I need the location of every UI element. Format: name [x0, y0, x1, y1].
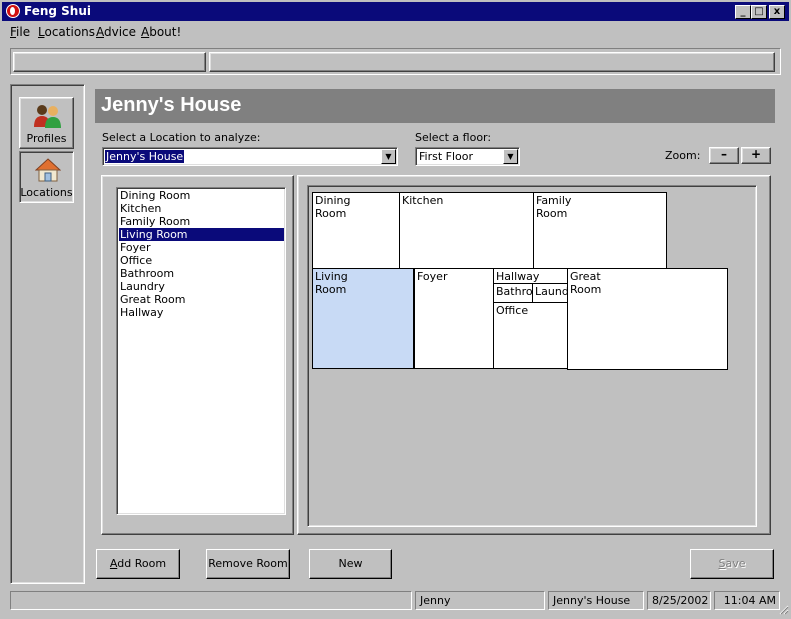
list-item[interactable]: Family Room [119, 215, 284, 228]
zoom-label: Zoom: [665, 149, 701, 162]
add-room-button[interactable]: Add Room [96, 549, 180, 579]
room-hallway[interactable]: Hallway [493, 268, 568, 284]
new-button[interactable]: New [309, 549, 392, 579]
title-bar: Feng Shui _ □ x [2, 2, 789, 21]
toolbar-band-2 [209, 52, 775, 72]
dropdown-arrow-icon[interactable]: ▼ [381, 149, 396, 164]
zoom-in-button[interactable]: + [741, 147, 771, 164]
list-item[interactable]: Foyer [119, 241, 284, 254]
status-message [10, 591, 412, 610]
house-icon [35, 158, 61, 182]
room-foyer[interactable]: Foyer [414, 268, 494, 369]
toolbar [10, 48, 781, 75]
room-dining-room[interactable]: Dining Room [312, 192, 400, 269]
location-select-value: Jenny's House [105, 150, 185, 163]
save-button[interactable]: Save [690, 549, 774, 579]
room-kitchen[interactable]: Kitchen [399, 192, 534, 269]
room-list-panel: Dining Room Kitchen Family Room Living R… [101, 175, 294, 535]
menu-advice[interactable]: Advice [96, 25, 136, 39]
room-list[interactable]: Dining Room Kitchen Family Room Living R… [116, 187, 286, 515]
maximize-button[interactable]: □ [751, 5, 767, 19]
location-select[interactable]: Jenny's House ▼ [102, 147, 398, 166]
zoom-out-button[interactable]: – [709, 147, 739, 164]
status-user: Jenny [415, 591, 545, 610]
minimize-button[interactable]: _ [735, 5, 751, 19]
room-family-room[interactable]: Family Room [533, 192, 667, 269]
list-item[interactable]: Dining Room [119, 189, 284, 202]
list-item[interactable]: Hallway [119, 306, 284, 319]
list-item[interactable]: Office [119, 254, 284, 267]
toolbar-band-1 [13, 52, 206, 72]
nav-bar: Profiles Locations [10, 84, 85, 584]
list-item[interactable]: Kitchen [119, 202, 284, 215]
floor-select-label: Select a floor: [415, 131, 492, 144]
floor-select-value: First Floor [419, 150, 474, 163]
floor-plan-panel: Dining Room Kitchen Family Room Living R… [297, 175, 771, 535]
menu-file[interactable]: File [10, 25, 30, 39]
menu-bar: File Locations Advice About! [2, 22, 789, 42]
menu-locations[interactable]: Locations [38, 25, 95, 39]
window-title: Feng Shui [24, 4, 92, 18]
room-office[interactable]: Office [493, 302, 568, 369]
room-laundry[interactable]: Laundr [532, 283, 568, 303]
nav-locations-label: Locations [20, 186, 73, 199]
remove-room-button[interactable]: Remove Room [206, 549, 290, 579]
room-living-room[interactable]: Living Room [312, 268, 414, 369]
list-item[interactable]: Living Room [119, 228, 284, 241]
status-time: 11:04 AM [714, 591, 780, 610]
room-great-room[interactable]: Great Room [567, 268, 728, 370]
people-icon [34, 105, 61, 128]
floor-select[interactable]: First Floor ▼ [415, 147, 520, 166]
resize-grip-icon[interactable] [779, 605, 789, 615]
app-icon[interactable] [6, 4, 20, 18]
dropdown-arrow-icon[interactable]: ▼ [503, 149, 518, 164]
list-item[interactable]: Bathroom [119, 267, 284, 280]
list-item[interactable]: Laundry [119, 280, 284, 293]
room-bathroom[interactable]: Bathroo [493, 283, 533, 303]
status-date: 8/25/2002 [647, 591, 711, 610]
page-title: Jenny's House [95, 89, 775, 123]
list-item[interactable]: Great Room [119, 293, 284, 306]
nav-profiles-label: Profiles [26, 132, 67, 145]
close-button[interactable]: x [769, 5, 785, 19]
nav-profiles-button[interactable]: Profiles [19, 97, 74, 149]
menu-about[interactable]: About! [141, 25, 181, 39]
location-select-label: Select a Location to analyze: [102, 131, 261, 144]
floor-plan-canvas[interactable]: Dining Room Kitchen Family Room Living R… [307, 185, 757, 527]
nav-locations-button[interactable]: Locations [19, 151, 74, 203]
status-location: Jenny's House [548, 591, 644, 610]
